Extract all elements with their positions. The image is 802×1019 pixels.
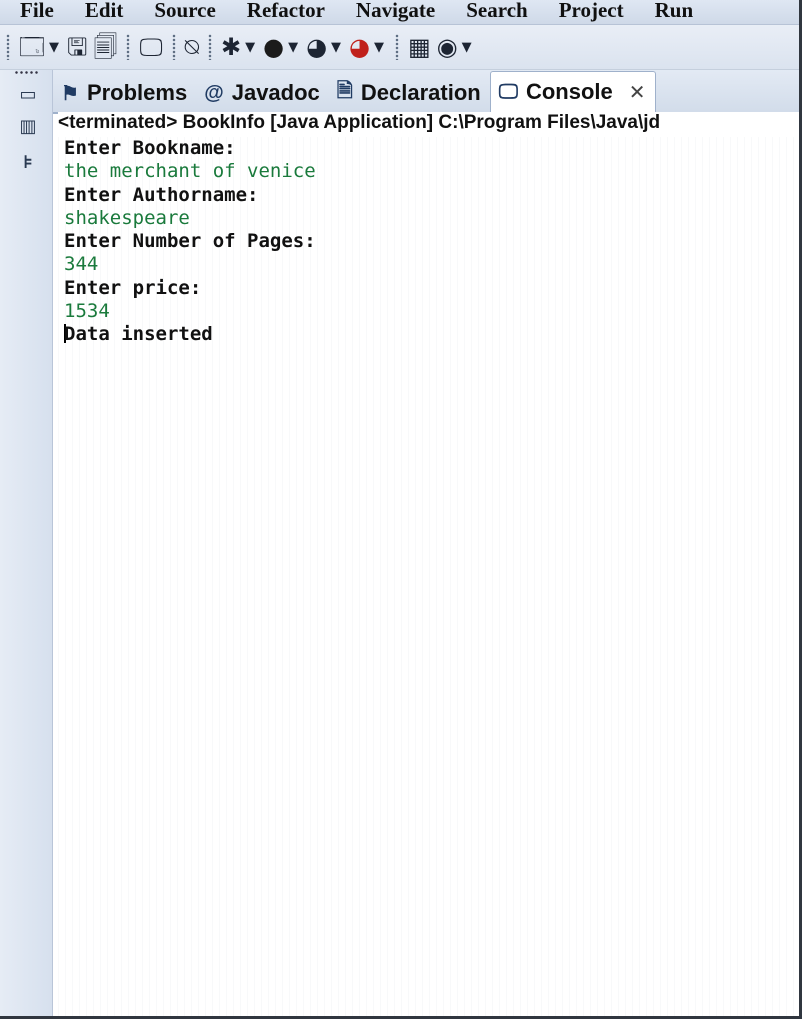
restore-icon[interactable]: ▭ <box>17 84 39 106</box>
hierarchy-icon[interactable]: ⊧ <box>17 152 39 174</box>
run-dropdown-icon[interactable]: ▼ <box>287 40 303 55</box>
new-icon[interactable]: 🗔 <box>16 32 48 62</box>
toolbar-separator <box>126 34 131 60</box>
main-toolbar: 🗔 ▼ 🖫 🗐 🖵 ⍉ ✱ ▼ ● ▼ ◕ ▼ ◕ ▼ ▦ ◉ ▼ <box>0 25 802 70</box>
menu-file[interactable]: File <box>0 0 65 21</box>
save-all-icon[interactable]: 🗐 <box>90 32 120 62</box>
declaration-icon: 🗎 <box>336 80 353 102</box>
console-output-text: Enter price: <box>64 276 202 299</box>
console-line: Enter price: <box>64 277 802 300</box>
close-icon[interactable]: ✕ <box>629 80 646 105</box>
menu-edit[interactable]: Edit <box>65 0 135 21</box>
menu-search[interactable]: Search <box>446 0 538 21</box>
new-dropdown-icon[interactable]: ▼ <box>48 40 64 55</box>
console-line: the merchant of venice <box>64 160 802 183</box>
console-input-text: 344 <box>64 253 99 276</box>
tab-console[interactable]: 🖵 Console ✕ <box>489 71 656 112</box>
toolbar-separator <box>394 34 399 60</box>
save-icon[interactable]: 🖫 <box>64 32 90 62</box>
console-line: 344 <box>64 253 802 276</box>
menu-project[interactable]: Project <box>539 0 635 21</box>
skip-breakpoints-icon[interactable]: ⍉ <box>182 32 202 62</box>
console-line: Enter Authorname: <box>64 184 802 207</box>
console-output-text: Data inserted <box>64 323 213 346</box>
tab-problems-label: Problems <box>86 80 188 105</box>
toolbar-separator <box>208 34 213 60</box>
tab-javadoc[interactable]: @ Javadoc <box>196 74 329 112</box>
run-icon[interactable]: ● <box>260 32 287 62</box>
console-output[interactable]: Enter Bookname: the merchant of venice Ent… <box>58 137 802 1019</box>
external-tools-icon[interactable]: ◕ <box>346 32 373 62</box>
console-icon: 🖵 <box>498 80 518 103</box>
view-tab-bar: ⚑ Problems @ Javadoc 🗎 Declaration 🖵 Con… <box>53 70 802 114</box>
tab-declaration-label: Declaration <box>360 80 481 105</box>
console-line: Enter Bookname: <box>64 137 802 160</box>
package-explorer-icon[interactable]: ▥ <box>17 116 39 138</box>
menu-run[interactable]: Run <box>635 0 705 21</box>
tab-console-label: Console <box>525 79 613 104</box>
left-sidebar: ▭ ▥ ⊧ <box>0 70 53 1019</box>
sidebar-grip[interactable] <box>14 70 40 76</box>
console-input-text: shakespeare <box>64 206 190 229</box>
new-package-icon[interactable]: ▦ <box>405 32 434 62</box>
menu-bar: File Edit Source Refactor Navigate Searc… <box>0 0 802 25</box>
console-output-text: Enter Bookname: <box>64 137 236 159</box>
debug-icon[interactable]: ✱ <box>218 32 244 62</box>
tab-problems[interactable]: ⚑ Problems <box>53 74 196 112</box>
console-line: Data inserted <box>64 323 802 346</box>
tab-declaration[interactable]: 🗎 Declaration <box>329 74 490 112</box>
new-class-dropdown-icon[interactable]: ▼ <box>461 40 477 55</box>
debug-dropdown-icon[interactable]: ▼ <box>244 40 260 55</box>
console-line: 1534 <box>64 300 802 323</box>
new-class-icon[interactable]: ◉ <box>434 32 461 62</box>
menu-navigate[interactable]: Navigate <box>336 0 446 21</box>
console-output-text: Enter Authorname: <box>64 183 259 206</box>
console-input-text: 1534 <box>64 300 110 323</box>
toolbar-grip[interactable] <box>6 34 10 60</box>
menu-source[interactable]: Source <box>134 0 226 21</box>
console-output-text: Enter Number of Pages: <box>64 230 316 253</box>
print-icon[interactable]: 🖵 <box>136 32 165 62</box>
console-input-text: the merchant of venice <box>64 160 316 183</box>
console-line: Enter Number of Pages: <box>64 230 802 253</box>
console-status-label: <terminated> BookInfo [Java Application]… <box>58 112 802 136</box>
at-icon: @ <box>204 81 224 104</box>
coverage-icon[interactable]: ◕ <box>303 32 330 62</box>
menu-refactor[interactable]: Refactor <box>227 0 336 21</box>
external-tools-dropdown-icon[interactable]: ▼ <box>373 40 389 55</box>
console-line: shakespeare <box>64 207 802 230</box>
tab-javadoc-label: Javadoc <box>231 80 320 105</box>
coverage-dropdown-icon[interactable]: ▼ <box>330 40 346 55</box>
toolbar-separator <box>171 34 176 60</box>
problems-icon: ⚑ <box>61 82 79 105</box>
